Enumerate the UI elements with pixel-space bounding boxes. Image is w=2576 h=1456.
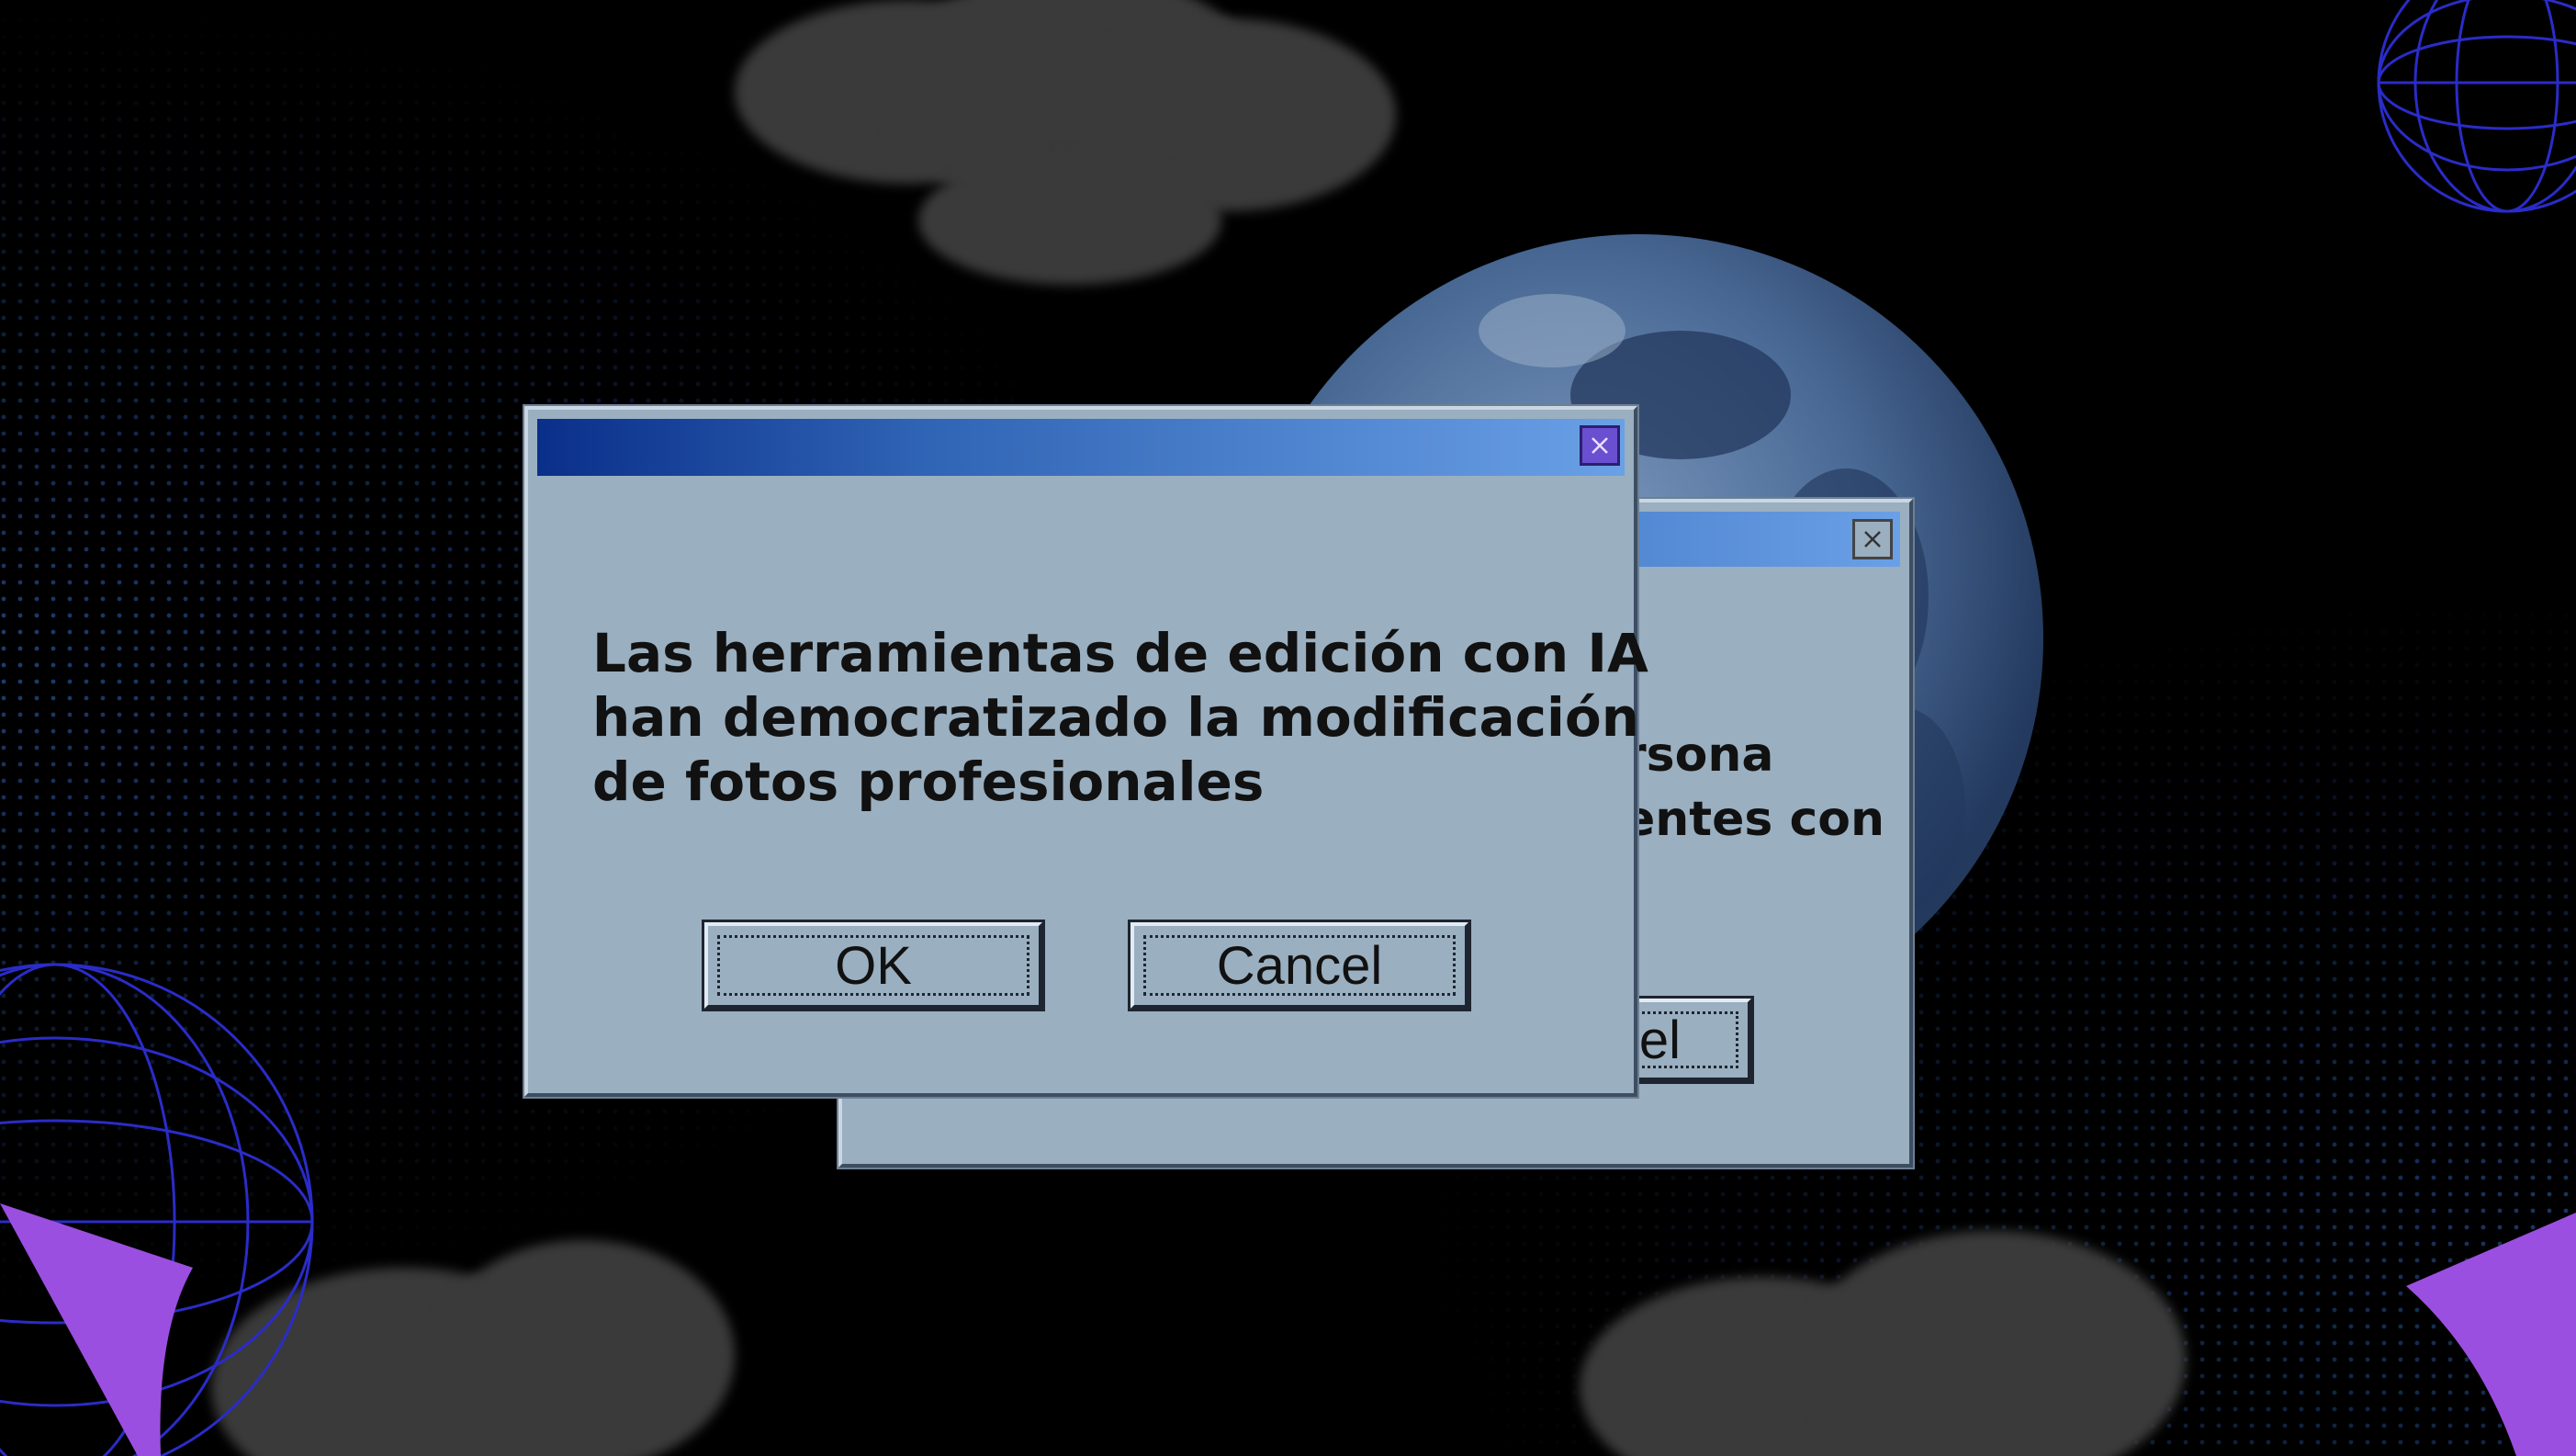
- close-icon: [1864, 531, 1881, 547]
- purple-shape-right: [2406, 1213, 2576, 1456]
- close-icon: [1592, 437, 1608, 454]
- cancel-button-label: Cancel: [1216, 935, 1383, 996]
- cancel-button[interactable]: Cancel: [1128, 920, 1471, 1011]
- ok-button-label: OK: [835, 935, 912, 996]
- front-dialog-titlebar[interactable]: [537, 419, 1625, 476]
- front-close-button[interactable]: [1580, 425, 1620, 466]
- back-close-button[interactable]: [1852, 519, 1893, 559]
- purple-shape-left: [0, 1203, 193, 1456]
- back-dialog-message: rsona entes con: [1623, 728, 1885, 847]
- front-dialog-message: Las herramientas de edición con IA han d…: [592, 622, 1648, 813]
- front-dialog: Las herramientas de edición con IA han d…: [524, 406, 1648, 1097]
- ok-button[interactable]: OK: [702, 920, 1045, 1011]
- wireframe-globe-top-right: [2377, 0, 2576, 213]
